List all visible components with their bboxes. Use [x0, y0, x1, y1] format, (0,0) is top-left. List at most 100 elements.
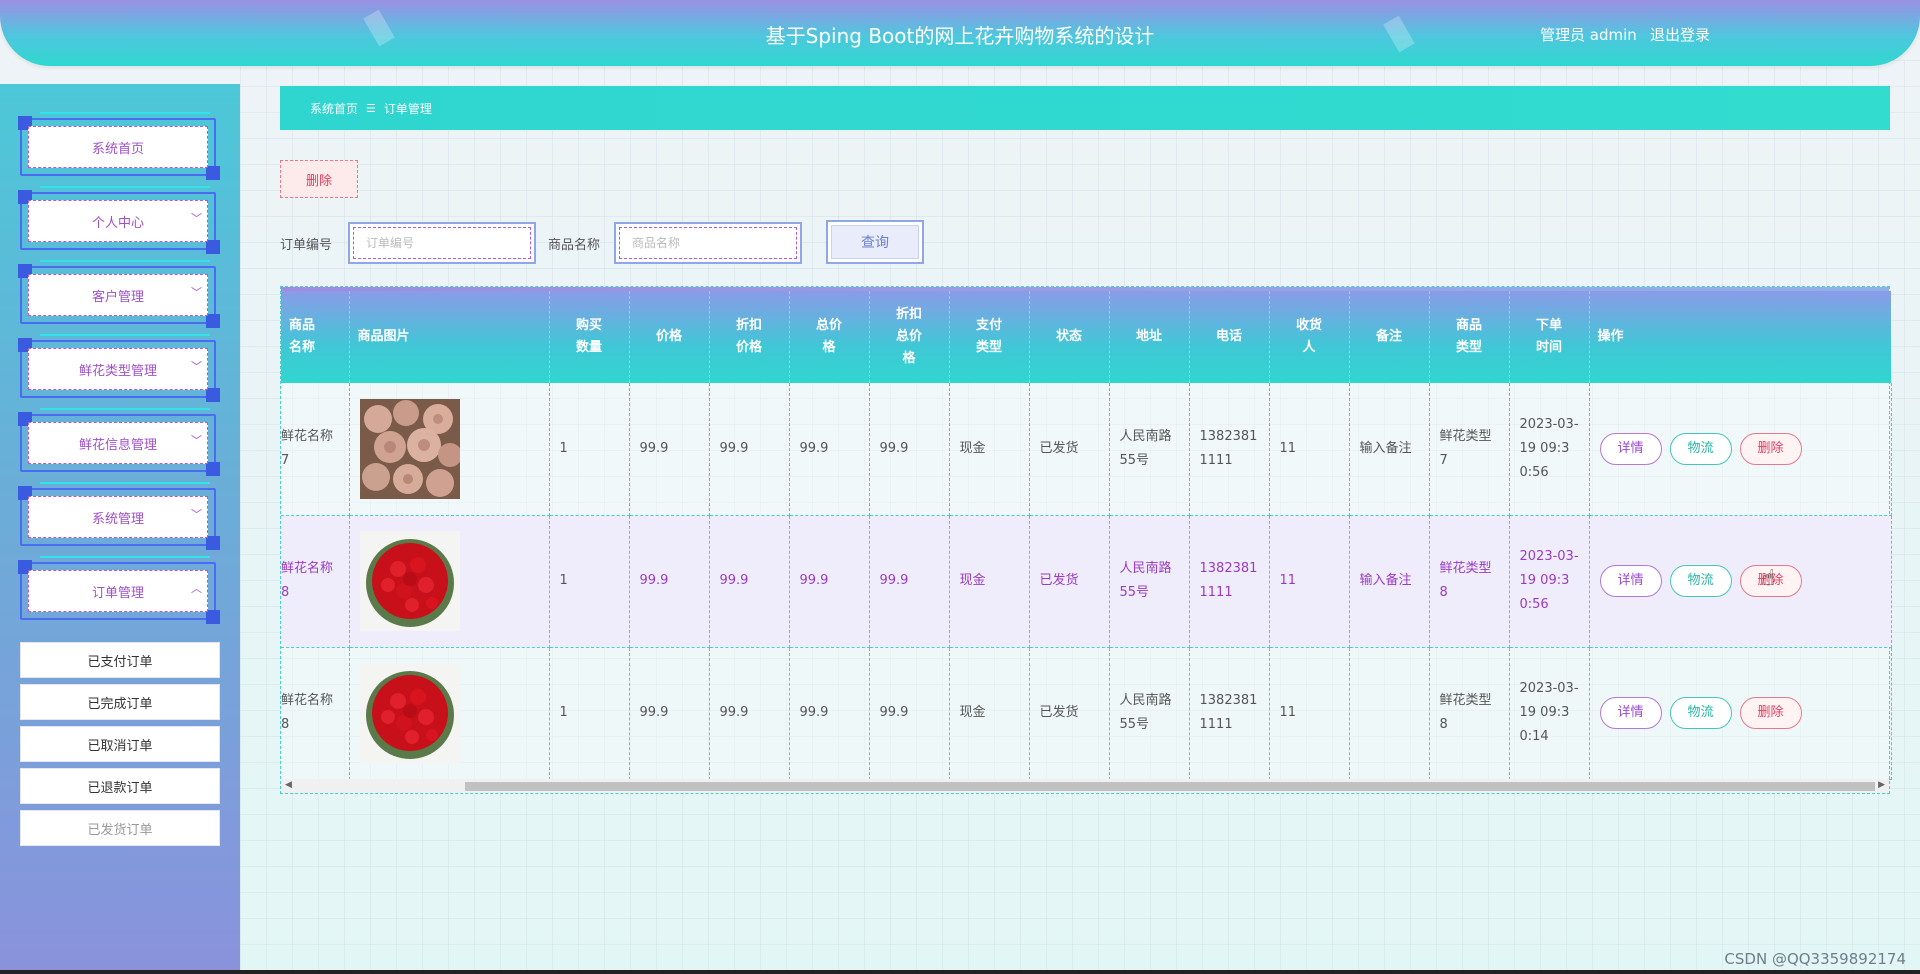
sidebar-subitem-paid-orders[interactable]: 已支付订单 [20, 642, 220, 678]
sidebar-subitem-cancelled-orders[interactable]: 已取消订单 [20, 726, 220, 762]
cell-receiver: 11 [1269, 647, 1350, 780]
cell-pay-type: 现金 [949, 383, 1030, 516]
menu-inner: 鲜花信息管理 [28, 422, 208, 464]
menu-corner [206, 166, 220, 180]
col-header-address: 地址 [1109, 291, 1190, 383]
header-text: 价格 [655, 329, 682, 344]
breadcrumb-home[interactable]: 系统首页 [310, 100, 358, 117]
col-header-pay-type: 支付 类型 [949, 291, 1030, 383]
chevron-down-icon: ﹀ [191, 508, 202, 521]
sidebar-item-flower-type[interactable]: 鲜花类型管理 ﹀ [18, 334, 220, 402]
sidebar-item-label: 客户管理 [91, 289, 144, 305]
sidebar-item-label: 鲜花信息管理 [78, 437, 157, 453]
header-text: 折扣 总价 格 [895, 307, 922, 366]
cell-discount-total: 99.9 [869, 647, 950, 780]
cell-actions: 详情 物流 删除 [1589, 647, 1892, 780]
cell-discount-price: 99.9 [709, 515, 790, 648]
cell-status: 已发货 [1029, 647, 1110, 780]
col-header-phone: 电话 [1189, 291, 1270, 383]
logistics-button[interactable]: 物流 [1669, 697, 1732, 729]
cell-qty: 1 [549, 383, 630, 516]
row-actions: 详情 物流 删除 [1599, 697, 1881, 729]
cell-type: 鲜花类型8 [1429, 647, 1510, 780]
query-button[interactable]: 查询 [826, 220, 924, 264]
chevron-down-icon: ﹀ [191, 286, 202, 299]
col-header-total: 总价 格 [789, 291, 870, 383]
col-header-remark: 备注 [1349, 291, 1430, 383]
menu-corner [206, 240, 220, 254]
logout-link[interactable]: 退出登录 [1650, 24, 1710, 45]
cell-time: 2023-03-19 09:30:56 [1509, 515, 1590, 648]
product-name-label: 商品名称 [548, 238, 601, 253]
table-row[interactable]: 鲜花名称8 1 99.9 99.9 99.9 99.9 现金 已发货 人民南路5… [281, 647, 1892, 780]
breadcrumb-current: 订单管理 [383, 101, 432, 116]
detail-button[interactable]: 详情 [1599, 565, 1662, 597]
sidebar-item-flower-info[interactable]: 鲜花信息管理 ﹀ [18, 408, 220, 476]
cell-status: 已发货 [1029, 383, 1110, 516]
detail-button[interactable]: 详情 [1599, 697, 1662, 729]
header-text: 商品 类型 [1455, 318, 1482, 355]
header-text: 购买 数量 [575, 318, 602, 355]
bulk-delete-button[interactable]: 删除 [280, 160, 358, 198]
cell-actions: 详情 物流 删除 [1589, 515, 1892, 648]
logistics-button[interactable]: 物流 [1669, 432, 1732, 465]
delete-button[interactable]: 删除 [1739, 697, 1802, 729]
table-row[interactable]: 鲜花名称7 1 99.9 99.9 99.9 99.9 现金 已发货 人民南路5… [281, 383, 1892, 516]
horizontal-scrollbar[interactable]: ◀ ▶ [281, 779, 1889, 793]
decor-line [40, 334, 210, 336]
menu-inner: 个人中心 [28, 200, 208, 242]
cell-remark: 输入备注 [1349, 515, 1430, 648]
sidebar-item-label: 鲜花类型管理 [78, 363, 157, 379]
red-roses-image [359, 663, 460, 763]
cell-pay-type: 现金 [949, 647, 1030, 780]
product-name-input[interactable] [619, 227, 797, 259]
logistics-button[interactable]: 物流 [1669, 565, 1732, 597]
scroll-right-icon[interactable]: ▶ [1878, 780, 1885, 790]
cell-phone: 13823811111 [1189, 383, 1270, 516]
sidebar-item-system[interactable]: 系统管理 ﹀ [18, 482, 220, 550]
header-text: 折扣 价格 [735, 318, 762, 355]
cell-address: 人民南路55号 [1109, 647, 1190, 780]
cell-time: 2023-03-19 09:30:56 [1509, 383, 1590, 516]
detail-button[interactable]: 详情 [1599, 432, 1662, 465]
chevron-down-icon: ﹀ [191, 212, 202, 225]
header-text: 状态 [1055, 329, 1082, 344]
sidebar-item-label: 订单管理 [91, 585, 144, 601]
hand-cursor-icon: ☝ [1762, 566, 1776, 591]
delete-button[interactable]: 删除 [1739, 432, 1802, 465]
red-roses-image [359, 531, 460, 631]
col-header-status: 状态 [1029, 291, 1110, 383]
sidebar-subitem-refunded-orders[interactable]: 已退款订单 [20, 768, 220, 804]
sidebar-subitem-completed-orders[interactable]: 已完成订单 [20, 684, 220, 720]
cell-remark: 输入备注 [1349, 383, 1430, 516]
col-header-qty: 购买 数量 [549, 291, 630, 383]
scroll-left-icon[interactable]: ◀ [285, 780, 292, 790]
cell-image [349, 515, 550, 648]
sidebar-item-customer[interactable]: 客户管理 ﹀ [18, 260, 220, 328]
cell-type: 鲜花类型8 [1429, 515, 1510, 648]
sidebar: 系统首页 个人中心 ﹀ 客户管理 ﹀ 鲜花类型管理 ﹀ 鲜花信息管理 ﹀ 系统管… [0, 84, 240, 974]
header-text: 商品图片 [357, 329, 410, 344]
decor-line [40, 112, 210, 114]
sidebar-item-label: 个人中心 [91, 215, 144, 231]
order-no-input[interactable] [353, 227, 531, 259]
cell-discount-total: 99.9 [869, 383, 950, 516]
sidebar-subitem-shipped-orders[interactable]: 已发货订单 [20, 810, 220, 846]
sidebar-item-orders[interactable]: 订单管理 ︿ [18, 556, 220, 624]
cell-discount-price: 99.9 [709, 383, 790, 516]
col-header-receiver: 收货 人 [1269, 291, 1350, 383]
order-no-label: 订单编号 [280, 238, 333, 253]
table-row[interactable]: 鲜花名称8 1 99.9 99.9 99.9 99.9 现金 已发货 人民南路5… [281, 515, 1892, 648]
cell-pay-type: 现金 [949, 515, 1030, 648]
cell-receiver: 11 [1269, 383, 1350, 516]
decor-line [40, 260, 210, 262]
cell-total: 99.9 [789, 515, 870, 648]
decor-line [40, 408, 210, 410]
cell-actions: 详情 物流 删除 [1589, 383, 1892, 516]
bottom-bar [0, 970, 1920, 974]
sidebar-item-personal-center[interactable]: 个人中心 ﹀ [18, 186, 220, 254]
scrollbar-thumb[interactable] [465, 782, 1875, 791]
sidebar-item-home[interactable]: 系统首页 [18, 112, 220, 180]
cell-address: 人民南路55号 [1109, 515, 1190, 648]
cell-phone: 13823811111 [1189, 515, 1270, 648]
